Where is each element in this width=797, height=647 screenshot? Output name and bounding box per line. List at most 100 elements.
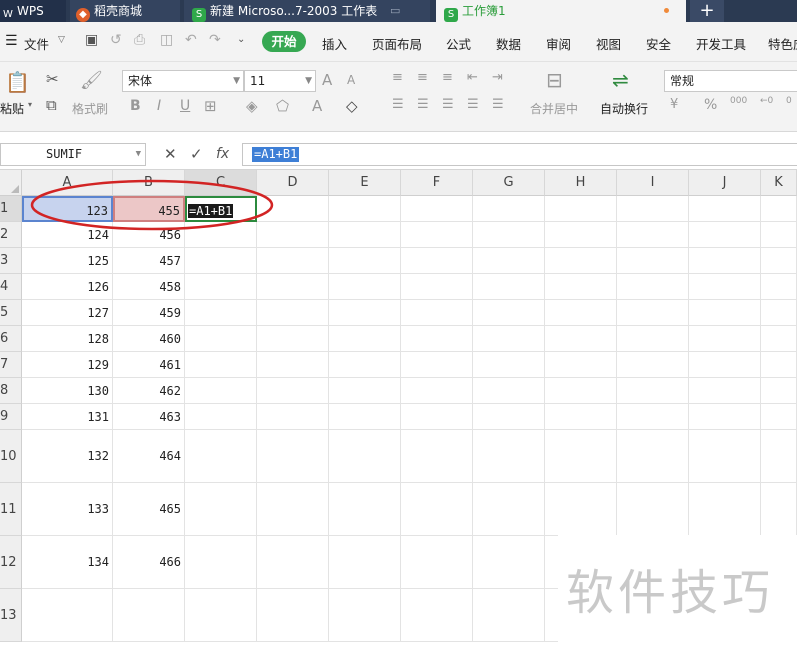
cell-b1[interactable]: 455: [113, 196, 185, 222]
cell-e2[interactable]: [329, 222, 401, 248]
menu-view[interactable]: 视图: [596, 34, 621, 53]
cell-h9[interactable]: [545, 404, 617, 430]
row-header-13[interactable]: 13: [0, 589, 22, 642]
cell-k7[interactable]: [761, 352, 797, 378]
cell-d1[interactable]: [257, 196, 329, 222]
cell-g3[interactable]: [473, 248, 545, 274]
cell-c12[interactable]: [185, 536, 257, 589]
wrap-text-icon[interactable]: ⇌: [612, 68, 629, 92]
cell-e13[interactable]: [329, 589, 401, 642]
cell-j4[interactable]: [689, 274, 761, 300]
column-header-d[interactable]: D: [257, 170, 329, 196]
cell-j3[interactable]: [689, 248, 761, 274]
cell-d3[interactable]: [257, 248, 329, 274]
select-all-corner[interactable]: [0, 170, 22, 196]
menu-start-tab[interactable]: 开始: [262, 31, 306, 52]
cell-b9[interactable]: 463: [113, 404, 185, 430]
name-box[interactable]: SUMIF ▼: [0, 143, 146, 166]
cell-f4[interactable]: [401, 274, 473, 300]
cell-k10[interactable]: [761, 430, 797, 483]
cell-d4[interactable]: [257, 274, 329, 300]
row-header-7[interactable]: 7: [0, 352, 22, 378]
cell-f11[interactable]: [401, 483, 473, 536]
cell-h7[interactable]: [545, 352, 617, 378]
wrap-text-button[interactable]: 自动换行: [600, 100, 648, 117]
cell-e7[interactable]: [329, 352, 401, 378]
menu-data[interactable]: 数据: [496, 34, 521, 53]
tab-wps[interactable]: W WPS: [0, 0, 66, 22]
cell-j11[interactable]: [689, 483, 761, 536]
cell-d8[interactable]: [257, 378, 329, 404]
cell-c10[interactable]: [185, 430, 257, 483]
cell-g13[interactable]: [473, 589, 545, 642]
cancel-icon[interactable]: ✕: [164, 145, 177, 163]
cell-e8[interactable]: [329, 378, 401, 404]
cell-a8[interactable]: 130: [22, 378, 113, 404]
cell-a1[interactable]: 123: [22, 196, 113, 222]
cell-c11[interactable]: [185, 483, 257, 536]
cell-k2[interactable]: [761, 222, 797, 248]
column-header-k[interactable]: K: [761, 170, 797, 196]
indent-increase-icon[interactable]: ⇥: [492, 70, 503, 85]
clear-eraser-icon[interactable]: ◇: [346, 97, 358, 115]
cell-e10[interactable]: [329, 430, 401, 483]
cell-a6[interactable]: 128: [22, 326, 113, 352]
paste-button[interactable]: 粘贴: [0, 100, 24, 117]
cell-b6[interactable]: 460: [113, 326, 185, 352]
cell-a7[interactable]: 129: [22, 352, 113, 378]
underline-button[interactable]: U: [180, 98, 190, 114]
cell-h5[interactable]: [545, 300, 617, 326]
cell-d10[interactable]: [257, 430, 329, 483]
cell-f12[interactable]: [401, 536, 473, 589]
cell-f7[interactable]: [401, 352, 473, 378]
menu-file[interactable]: 文件: [24, 34, 49, 53]
cell-a11[interactable]: 133: [22, 483, 113, 536]
cell-h1[interactable]: [545, 196, 617, 222]
cell-g10[interactable]: [473, 430, 545, 483]
column-header-j[interactable]: J: [689, 170, 761, 196]
row-header-3[interactable]: 3: [0, 248, 22, 274]
row-header-5[interactable]: 5: [0, 300, 22, 326]
cell-i7[interactable]: [617, 352, 689, 378]
undo-history-icon[interactable]: ↺: [110, 32, 122, 48]
active-cell-editor[interactable]: =A1+B1: [188, 204, 234, 218]
row-header-4[interactable]: 4: [0, 274, 22, 300]
font-color-icon[interactable]: A: [312, 97, 322, 115]
print-icon[interactable]: ⎙: [134, 32, 145, 48]
column-header-c[interactable]: C: [185, 170, 257, 196]
cell-k6[interactable]: [761, 326, 797, 352]
tab-docer[interactable]: ◆ 稻壳商城: [70, 0, 180, 22]
cell-j6[interactable]: [689, 326, 761, 352]
cell-g9[interactable]: [473, 404, 545, 430]
percent-button[interactable]: %: [704, 97, 717, 113]
cell-a12[interactable]: 134: [22, 536, 113, 589]
cell-c5[interactable]: [185, 300, 257, 326]
redo-icon[interactable]: ↷: [209, 32, 221, 48]
column-header-h[interactable]: H: [545, 170, 617, 196]
cell-c3[interactable]: [185, 248, 257, 274]
cell-f13[interactable]: [401, 589, 473, 642]
cell-i3[interactable]: [617, 248, 689, 274]
cell-d7[interactable]: [257, 352, 329, 378]
cell-i2[interactable]: [617, 222, 689, 248]
cell-g12[interactable]: [473, 536, 545, 589]
fill-color-icon[interactable]: ◈: [246, 97, 258, 115]
merge-center-button[interactable]: 合并居中: [530, 100, 578, 117]
cell-b3[interactable]: 457: [113, 248, 185, 274]
italic-button[interactable]: I: [157, 98, 161, 114]
save-icon[interactable]: ▣: [85, 32, 98, 48]
cell-j7[interactable]: [689, 352, 761, 378]
align-top-icon[interactable]: ≡: [392, 70, 403, 85]
cell-c8[interactable]: [185, 378, 257, 404]
cell-h2[interactable]: [545, 222, 617, 248]
row-header-1[interactable]: 1: [0, 196, 22, 222]
new-tab-button[interactable]: +: [690, 0, 724, 22]
cell-h11[interactable]: [545, 483, 617, 536]
cell-a9[interactable]: 131: [22, 404, 113, 430]
cell-g5[interactable]: [473, 300, 545, 326]
cell-e3[interactable]: [329, 248, 401, 274]
cell-a10[interactable]: 132: [22, 430, 113, 483]
cell-f8[interactable]: [401, 378, 473, 404]
currency-icon[interactable]: ¥: [670, 97, 678, 112]
cell-a5[interactable]: 127: [22, 300, 113, 326]
